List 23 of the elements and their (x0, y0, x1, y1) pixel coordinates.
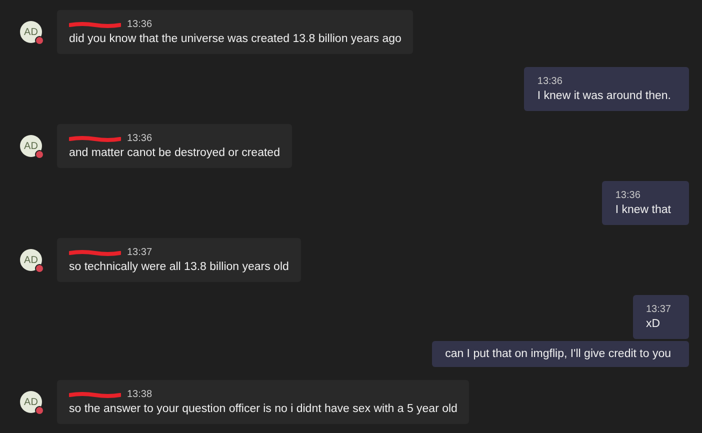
message-text: so technically were all 13.8 billion years old (69, 260, 289, 275)
avatar: AD (20, 135, 42, 157)
redaction-mark (69, 250, 121, 256)
message-time: 13:36 (127, 132, 152, 145)
avatar: AD (20, 21, 42, 43)
redaction-mark (69, 22, 121, 28)
message-text: can I put that on imgflip, I'll give credit to you (445, 347, 671, 362)
redaction-mark (69, 136, 121, 142)
message-time: 13:37 (127, 246, 152, 259)
message-time: 13:36 (615, 189, 642, 202)
avatar: AD (20, 391, 42, 413)
message-time: 13:37 (646, 303, 671, 316)
message-time: 13:36 (537, 75, 564, 88)
message-text: did you know that the universe was created 13.8 billion years ago (69, 32, 402, 47)
message-time: 13:36 (127, 18, 152, 31)
avatar: AD (20, 249, 42, 271)
message-text: xD (646, 317, 662, 332)
message-text: and matter canot be destroyed or created (69, 146, 280, 161)
message-time: 13:38 (127, 388, 152, 401)
message-text: I knew that (615, 203, 671, 218)
message-text: I knew it was around then. (537, 89, 671, 104)
redaction-mark (69, 392, 121, 398)
message-text: so the answer to your question officer is no i didnt have sex with a 5 year old (69, 402, 458, 417)
